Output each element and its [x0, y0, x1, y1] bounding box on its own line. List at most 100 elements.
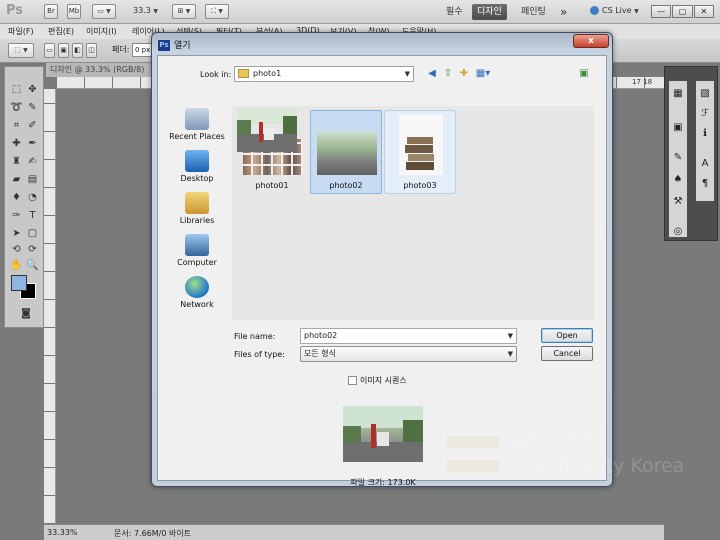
status-bar: 33.33% 문서: 7.66M/0 바이트 [44, 524, 664, 540]
file-photo02[interactable]: photo02 [310, 110, 382, 194]
maximize-button[interactable]: ▢ [672, 5, 693, 18]
foreground-color-swatch[interactable] [11, 275, 27, 291]
chevron-down-icon: ▼ [507, 350, 513, 358]
mini-bridge-button[interactable]: Mb [67, 4, 81, 19]
photo02-thumbnail-image [237, 108, 297, 152]
intersect-selection-icon[interactable]: ◫ [86, 43, 97, 58]
files-of-type-select[interactable]: 모든 형식 ▼ [300, 346, 517, 362]
gradient-tool-icon[interactable]: ▤ [26, 173, 39, 186]
brush-tool-icon[interactable]: ✒ [26, 137, 39, 150]
tool-preset-picker[interactable]: ⬚ ▼ [8, 43, 34, 58]
libraries-icon [185, 192, 209, 214]
actions-panel-icon[interactable]: ℱ [696, 107, 714, 121]
folder-icon [238, 69, 249, 78]
blur-tool-icon[interactable]: ♦ [10, 191, 23, 204]
arrange-documents-button[interactable]: ⊞ ▼ [172, 4, 196, 19]
add-selection-icon[interactable]: ▣ [58, 43, 69, 58]
back-icon[interactable]: ◀ [426, 68, 438, 80]
computer-icon [185, 234, 209, 256]
layer-comps-icon[interactable]: ◎ [669, 225, 687, 239]
cancel-button[interactable]: Cancel [541, 346, 593, 361]
move-tool-icon[interactable]: ✥ [26, 83, 39, 96]
zoom-tool-icon[interactable]: 🔍 [26, 259, 39, 272]
3d-rotate-icon[interactable]: ⟲ [10, 243, 23, 256]
healing-brush-icon[interactable]: ✚ [10, 137, 23, 150]
shape-tool-icon[interactable]: ▢ [26, 227, 39, 240]
zoom-level[interactable]: 33.3 ▼ [133, 6, 158, 15]
minimize-button[interactable]: — [651, 5, 672, 18]
cs-live-icon [590, 6, 599, 15]
tools-panel: ⬚ ✥ ➰ ✎ ⌗ ✐ ✚ ✒ ♜ ✍ ▰ ▤ ♦ ◔ ✑ T ➤ ▢ ⟲ ⟳ … [4, 66, 44, 328]
file-name-input[interactable]: photo02 ▼ [300, 328, 517, 344]
view-menu-icon[interactable]: ▦▾ [474, 68, 492, 80]
workspace-painting[interactable]: 페인팅 [516, 4, 551, 20]
path-select-icon[interactable]: ➤ [10, 227, 23, 240]
clone-source-icon[interactable]: ♠ [669, 173, 687, 187]
watermark-box [447, 460, 499, 472]
document-tab[interactable]: 디자인 @ 33.3% (RGB/8) [46, 63, 158, 77]
history-panel-icon[interactable]: ▣ [669, 121, 687, 135]
look-in-dropdown[interactable]: photo1 ▼ [234, 66, 414, 82]
recent-places-icon [185, 108, 209, 130]
clone-stamp-icon[interactable]: ♜ [10, 155, 23, 168]
view-extras-button[interactable]: ▭ ▼ [92, 4, 116, 19]
file-name-label: File name: [234, 332, 276, 341]
status-zoom[interactable]: 33.33% [47, 528, 78, 537]
preview-image [343, 406, 423, 462]
dialog-close-button[interactable]: x [573, 34, 609, 48]
folder-action-icon[interactable]: ▣ [578, 68, 590, 80]
character-panel-icon[interactable]: A [696, 157, 714, 171]
place-recent[interactable]: Recent Places [164, 108, 230, 141]
status-document-size[interactable]: 문서: 7.66M/0 바이트 [114, 528, 191, 539]
more-workspaces-button[interactable]: » [555, 4, 572, 20]
cs-live-button[interactable]: CS Live ▼ [590, 6, 639, 15]
pen-tool-icon[interactable]: ✑ [10, 209, 23, 222]
subtract-selection-icon[interactable]: ◧ [72, 43, 83, 58]
new-selection-icon[interactable]: ▭ [44, 43, 55, 58]
image-sequence-checkbox[interactable] [348, 376, 357, 385]
place-libraries[interactable]: Libraries [164, 192, 230, 225]
dodge-tool-icon[interactable]: ◔ [26, 191, 39, 204]
place-computer[interactable]: Computer [164, 234, 230, 267]
quick-select-icon[interactable]: ✎ [26, 101, 39, 114]
new-folder-icon[interactable]: ✚ [458, 68, 470, 80]
screen-mode-button[interactable]: ⛶ ▼ [205, 4, 229, 19]
tool-presets-icon[interactable]: ⚒ [669, 195, 687, 209]
paragraph-panel-icon[interactable]: ¶ [696, 177, 714, 191]
menu-file[interactable]: 파일(F) [8, 26, 34, 37]
app-bar: Ps Br Mb ▭ ▼ 33.3 ▼ ⊞ ▼ ⛶ ▼ 필수 디자인 페인팅 »… [0, 0, 720, 24]
menu-edit[interactable]: 편집(E) [48, 26, 74, 37]
crop-tool-icon[interactable]: ⌗ [10, 119, 23, 132]
type-tool-icon[interactable]: T [26, 209, 39, 222]
info-panel-icon[interactable]: ℹ [696, 127, 714, 141]
eraser-tool-icon[interactable]: ▰ [10, 173, 23, 186]
navigator-panel-icon[interactable]: ▧ [696, 87, 714, 101]
hand-tool-icon[interactable]: ✋ [10, 259, 23, 272]
chevron-down-icon: ▼ [507, 332, 513, 340]
menu-image[interactable]: 이미지(I) [86, 26, 117, 37]
3d-orbit-icon[interactable]: ⟳ [26, 243, 39, 256]
watermark-line-2: Ccommunity Korea [504, 455, 685, 477]
up-folder-icon[interactable]: ⇧ [442, 68, 454, 80]
place-network[interactable]: Network [164, 276, 230, 309]
brush-panel-icon[interactable]: ✎ [669, 151, 687, 165]
panel-column-2: ▧ ℱ ℹ A ¶ [696, 81, 714, 201]
books-image [405, 137, 434, 170]
place-desktop[interactable]: Desktop [164, 150, 230, 183]
lasso-tool-icon[interactable]: ➰ [10, 101, 23, 114]
quick-mask-icon[interactable]: ◙ [18, 307, 34, 320]
eyedropper-icon[interactable]: ✐ [26, 119, 39, 132]
open-button[interactable]: Open [541, 328, 593, 343]
marquee-tool-icon[interactable]: ⬚ [10, 83, 23, 96]
mini-bridge-panel-icon[interactable]: ▦ [669, 87, 687, 101]
image-sequence-option[interactable]: 이미지 시퀀스 [348, 375, 407, 386]
workspace-design[interactable]: 디자인 [472, 4, 507, 20]
bridge-button[interactable]: Br [44, 4, 58, 19]
image-preview [343, 406, 423, 462]
workspace-essentials[interactable]: 필수 [441, 4, 468, 20]
dialog-title: Ps 열기 [158, 40, 191, 51]
close-window-button[interactable]: ✕ [693, 5, 714, 18]
file-photo03[interactable]: photo03 [384, 110, 456, 194]
history-brush-icon[interactable]: ✍ [26, 155, 39, 168]
file-size-text: 파일 크기: 173.0K [350, 478, 416, 487]
